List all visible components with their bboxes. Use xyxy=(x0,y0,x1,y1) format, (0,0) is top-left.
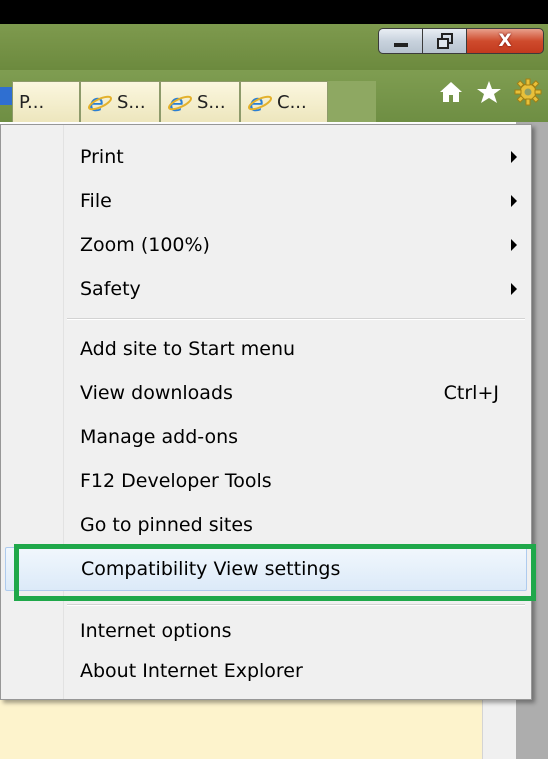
tab-label: P... xyxy=(19,91,45,113)
command-icons xyxy=(438,78,542,110)
svg-text:e: e xyxy=(249,90,264,114)
menu-item-go-to-pinned-sites[interactable]: Go to pinned sites xyxy=(5,503,527,547)
svg-text:e: e xyxy=(89,90,104,114)
page-background xyxy=(0,700,482,759)
submenu-arrow-icon xyxy=(511,195,517,207)
tab-1[interactable]: P... xyxy=(12,81,80,122)
menu-item-label: F12 Developer Tools xyxy=(80,470,272,492)
ie-icon: e xyxy=(247,90,273,114)
tab-blue-edge xyxy=(0,87,12,105)
menu-item-about-internet-explorer[interactable]: About Internet Explorer xyxy=(5,649,527,693)
menu-item-safety[interactable]: Safety xyxy=(5,267,527,311)
menu-item-label: Safety xyxy=(80,278,141,300)
menu-separator xyxy=(67,604,525,606)
svg-text:e: e xyxy=(169,90,184,114)
menu-item-zoom[interactable]: Zoom (100%) xyxy=(5,223,527,267)
menu-item-label: Print xyxy=(80,146,124,168)
tab-label: C... xyxy=(277,91,307,113)
restore-icon xyxy=(436,33,453,49)
menu-item-add-site-to-start-menu[interactable]: Add site to Start menu xyxy=(5,327,527,371)
menu-item-view-downloads[interactable]: View downloads Ctrl+J xyxy=(5,371,527,415)
close-button[interactable]: X xyxy=(466,28,544,54)
close-icon: X xyxy=(498,31,512,51)
submenu-arrow-icon xyxy=(511,239,517,251)
menu-item-print[interactable]: Print xyxy=(5,135,527,179)
submenu-arrow-icon xyxy=(511,151,517,163)
tools-menu: Print File Zoom (100%) Safety Add site t… xyxy=(0,124,532,700)
tab-4[interactable]: e C... xyxy=(240,81,328,122)
menu-item-label: Zoom (100%) xyxy=(80,234,210,256)
tab-2[interactable]: e S... xyxy=(80,81,160,122)
menu-item-shortcut: Ctrl+J xyxy=(443,382,499,404)
menu-item-label: Go to pinned sites xyxy=(80,514,253,536)
menu-item-label: Compatibility View settings xyxy=(81,558,341,580)
menu-item-label: Internet options xyxy=(80,620,232,642)
menu-item-compatibility-view-settings[interactable]: Compatibility View settings xyxy=(5,547,527,591)
submenu-arrow-icon xyxy=(511,283,517,295)
menu-item-label: View downloads xyxy=(80,382,233,404)
restore-button[interactable] xyxy=(422,28,466,54)
menu-item-label: Manage add-ons xyxy=(80,426,239,448)
tab-label: S... xyxy=(197,91,226,113)
menu-item-file[interactable]: File xyxy=(5,179,527,223)
menu-item-f12-developer-tools[interactable]: F12 Developer Tools xyxy=(5,459,527,503)
ie-icon: e xyxy=(87,90,113,114)
ie-icon: e xyxy=(167,90,193,114)
caption-buttons: X xyxy=(378,28,544,54)
menu-item-label: About Internet Explorer xyxy=(80,660,303,682)
home-icon[interactable] xyxy=(438,80,464,108)
tab-3[interactable]: e S... xyxy=(160,81,240,122)
menu-item-manage-add-ons[interactable]: Manage add-ons xyxy=(5,415,527,459)
menu-item-label: File xyxy=(80,190,112,212)
menu-separator xyxy=(67,318,525,320)
minimize-button[interactable] xyxy=(378,28,422,54)
tab-label: S... xyxy=(117,91,146,113)
scrollbar[interactable] xyxy=(482,700,517,759)
star-icon[interactable] xyxy=(476,80,502,108)
menu-item-internet-options[interactable]: Internet options xyxy=(5,609,527,653)
minimize-icon xyxy=(393,43,408,47)
new-tab-button[interactable] xyxy=(328,81,376,122)
gear-icon[interactable] xyxy=(514,78,542,110)
top-black-bar xyxy=(0,0,548,24)
menu-item-label: Add site to Start menu xyxy=(80,338,296,360)
